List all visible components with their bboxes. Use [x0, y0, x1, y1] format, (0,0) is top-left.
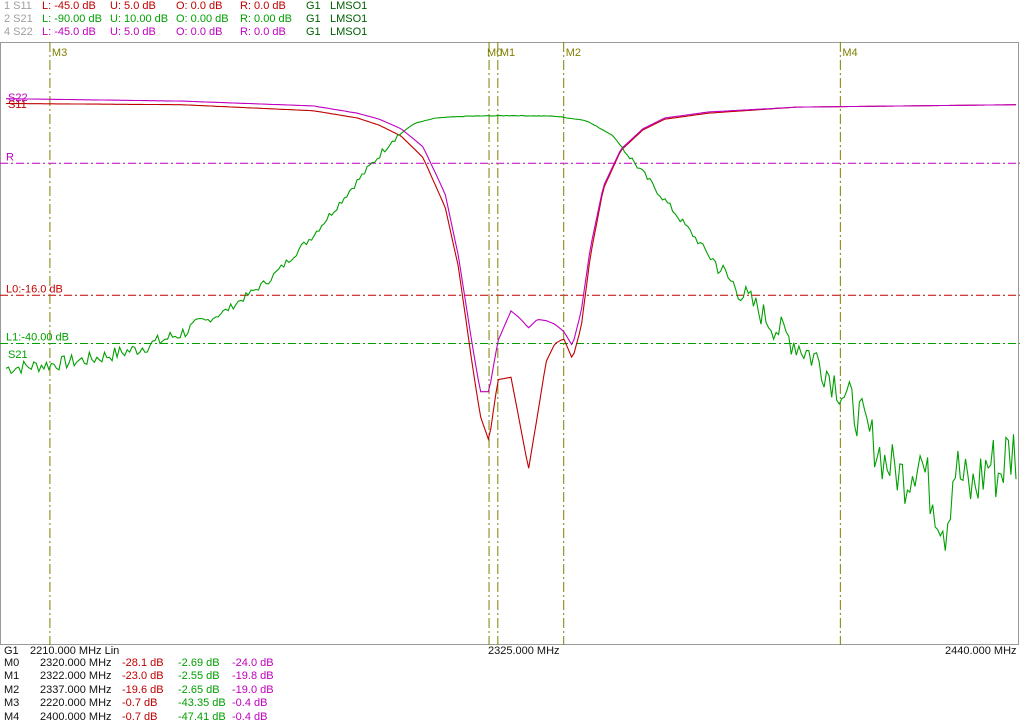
marker-s11: -28.1 dB — [122, 657, 164, 669]
trace-group: G1 — [306, 26, 321, 38]
trace-reference: R: 0.00 dB — [240, 13, 292, 25]
trace-label-s21: S21 — [8, 349, 28, 361]
marker-s22: -19.8 dB — [232, 670, 274, 683]
trace-upper-limit: U: 10.00 dB — [110, 13, 169, 25]
limit-line-label: L0:-16.0 dB — [6, 283, 63, 295]
trace-reference: R: 0.0 dB — [240, 0, 286, 12]
marker-frequency: 2322.000 MHz — [40, 670, 112, 683]
trace-lower-limit: L: -45.0 dB — [42, 26, 96, 38]
marker-s11: -23.0 dB — [122, 670, 164, 683]
trace-offset: O: 0.00 dB — [176, 13, 229, 25]
marker-s22: -19.0 dB — [232, 683, 274, 696]
trace-group: G1 — [306, 0, 321, 12]
trace-s22[interactable] — [6, 98, 1016, 393]
marker-s21: -2.69 dB — [178, 657, 220, 669]
marker-s11: -19.6 dB — [122, 683, 164, 696]
trace-trace-id: 1 S11 — [4, 0, 32, 12]
marker-frequency: 2220.000 MHz — [40, 697, 112, 710]
trace-trace-id: 4 S22 — [4, 26, 33, 38]
trace-upper-limit: U: 5.0 dB — [110, 26, 156, 38]
marker-s11: -0.7 dB — [122, 697, 158, 710]
marker-label[interactable]: M3 — [52, 47, 67, 59]
marker-name: M0 — [4, 657, 20, 669]
marker-s21: -43.35 dB — [178, 697, 226, 710]
marker-label[interactable]: M4 — [842, 47, 857, 59]
marker-s11: -0.7 dB — [122, 710, 158, 723]
trace-group: G1 — [306, 13, 321, 25]
marker-s21: -47.41 dB — [178, 710, 226, 723]
trace-reference: R: 0.0 dB — [240, 26, 286, 38]
marker-s21: -2.55 dB — [178, 670, 220, 683]
s-parameter-plot[interactable]: L0:-16.0 dBL1:-40.00 dBRM3 M0M1 M2 M4S22S11… — [0, 42, 1020, 645]
marker-s22: -0.4 dB — [232, 710, 268, 723]
trace-upper-limit: U: 5.0 dB — [110, 0, 156, 12]
marker-frequency: 2320.000 MHz — [40, 657, 112, 669]
trace-lower-limit: L: -90.00 dB — [42, 13, 102, 25]
limit-line-label: R — [6, 151, 14, 163]
x-center-label: 2325.000 MHz — [488, 645, 560, 657]
trace-s21[interactable] — [5, 114, 1017, 551]
trace-lower-limit: L: -45.0 dB — [42, 0, 96, 12]
marker-s22: -24.0 dB — [232, 657, 274, 669]
trace-mode: LMSO1 — [330, 13, 368, 25]
marker-frequency: 2337.000 MHz — [40, 683, 112, 696]
marker-label[interactable]: M1 — [500, 47, 515, 59]
x-stop-label: 2440.000 MHz — [945, 645, 1017, 657]
marker-s21: -2.65 dB — [178, 683, 220, 696]
marker-s22: -0.4 dB — [232, 697, 268, 710]
marker-name: M3 — [4, 697, 20, 710]
trace-offset: O: 0.0 dB — [176, 0, 223, 12]
marker-name: M4 — [4, 710, 20, 723]
marker-label[interactable]: M2 — [566, 47, 581, 59]
trace-trace-id: 2 S21 — [4, 13, 33, 25]
trace-mode: LMSO1 — [330, 26, 368, 38]
marker-name: M1 — [4, 670, 20, 683]
marker-frequency: 2400.000 MHz — [40, 710, 112, 723]
limit-line-label: L1:-40.00 dB — [6, 332, 69, 344]
marker-name: M2 — [4, 683, 20, 696]
trace-s11[interactable] — [6, 102, 1016, 469]
trace-offset: O: 0.0 dB — [176, 26, 223, 38]
trace-mode: LMSO1 — [330, 0, 368, 12]
trace-label-s11: S11 — [8, 99, 27, 111]
